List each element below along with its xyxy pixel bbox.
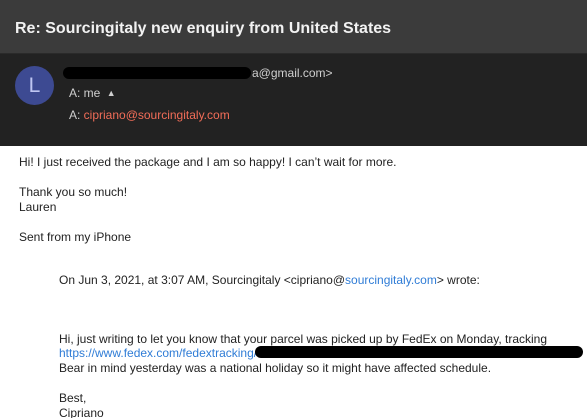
message-line-2: Thank you so much!	[19, 185, 128, 199]
quote-header-suffix: > wrote:	[436, 273, 480, 287]
to-prefix: A:	[69, 86, 84, 100]
message-line-4: Sent from my iPhone	[19, 230, 132, 244]
recipient-email-link[interactable]: cipriano@sourcingitaly.com	[84, 108, 230, 122]
quote-line-3: Bear in mind yesterday was a national ho…	[59, 361, 492, 375]
email-header: L a@gmail.com> A: me ▲ A: cipriano@sourc…	[0, 54, 587, 146]
redacted-tracking-number	[255, 346, 583, 358]
cc-prefix: A:	[69, 108, 84, 122]
sender-email-suffix: a@gmail.com>	[252, 66, 333, 80]
signature-line-1: Best,	[59, 391, 87, 405]
to-name: me	[83, 86, 101, 100]
sender-avatar[interactable]: L	[15, 66, 54, 105]
subject-title: Re: Sourcingitaly new enquiry from Unite…	[15, 20, 392, 37]
redacted-sender-name	[63, 67, 251, 79]
chevron-up-icon[interactable]: ▲	[107, 88, 116, 98]
quote-header-domain-link[interactable]: sourcingitaly.com	[345, 273, 437, 287]
quote-header: On Jun 3, 2021, at 3:07 AM, Sourcingital…	[59, 273, 480, 288]
signature-line-2: Cipriano	[59, 406, 104, 418]
subject-bar: Re: Sourcingitaly new enquiry from Unite…	[0, 0, 587, 54]
to-line[interactable]: A: me ▲	[69, 86, 116, 100]
email-window: Re: Sourcingitaly new enquiry from Unite…	[0, 0, 587, 418]
email-body: Hi! I just received the package and I am…	[0, 146, 587, 418]
quote-line-1: Hi, just writing to let you know that yo…	[59, 332, 548, 346]
message-line-3: Lauren	[19, 200, 57, 214]
recipient-line: A: cipriano@sourcingitaly.com	[69, 108, 230, 122]
message-line-1: Hi! I just received the package and I am…	[19, 155, 397, 169]
quote-header-prefix: On Jun 3, 2021, at 3:07 AM, Sourcingital…	[59, 273, 346, 287]
